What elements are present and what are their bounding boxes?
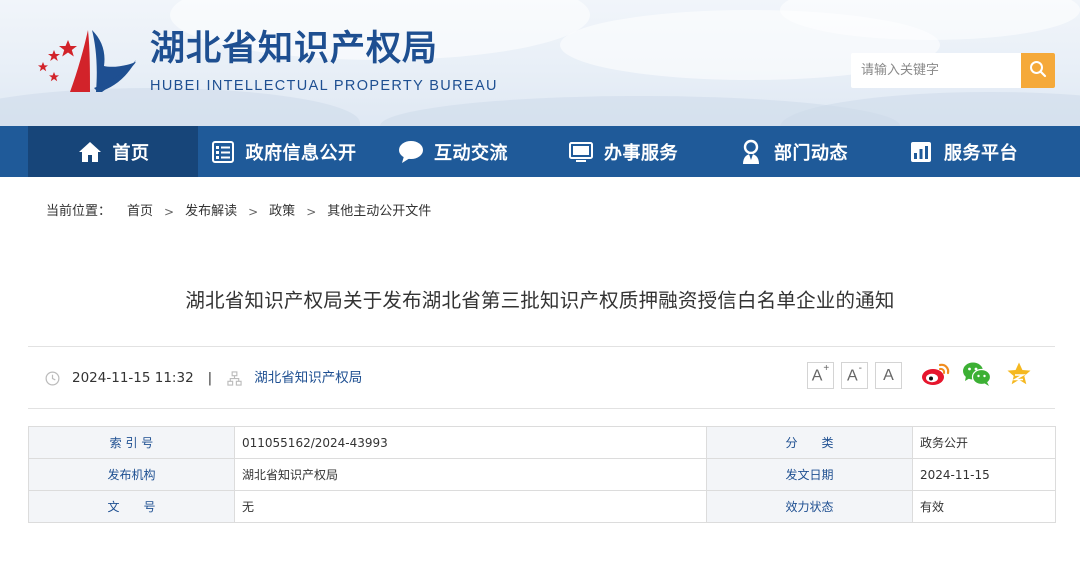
search-icon [1029, 60, 1047, 82]
breadcrumb-separator: > [306, 205, 317, 219]
breadcrumb-item-other-files[interactable]: 其他主动公开文件 [327, 202, 431, 222]
issue-date-label: 发文日期 [706, 458, 913, 491]
document-number-value: 无 [234, 490, 707, 523]
site-name-cn[interactable]: 湖北省知识产权局 [150, 26, 438, 72]
breadcrumb-label: 当前位置： [46, 204, 112, 219]
weibo-icon [921, 361, 951, 391]
favorite-button[interactable] [1004, 362, 1034, 390]
breadcrumb-separator: > [164, 205, 175, 219]
font-reset-icon: A [883, 366, 894, 384]
document-number-label: 文 号 [28, 490, 235, 523]
index-number-value: 011055162/2024-43993 [234, 426, 707, 459]
category-value: 政务公开 [912, 426, 1056, 459]
article-source[interactable]: 湖北省知识产权局 [254, 367, 362, 389]
table-row: 索 引 号 011055162/2024-43993 分 类 政务公开 [28, 426, 1056, 459]
meta-divider: | [207, 370, 213, 386]
search-box [851, 53, 1055, 88]
nav-label: 服务平台 [944, 142, 1018, 164]
wechat-icon [962, 361, 992, 391]
breadcrumb-item-home[interactable]: 首页 [127, 202, 153, 222]
site-header: 湖北省知识产权局 HUBEI INTELLECTUAL PROPERTY BUR… [0, 0, 1080, 126]
font-increase-button[interactable]: A+ [807, 362, 834, 389]
main-nav: 首页 政府信息公开 互动交流 办事服务 部门动态 服务平台 [0, 126, 1080, 177]
document-list-icon [210, 139, 236, 165]
article-title: 湖北省知识产权局关于发布湖北省第三批知识产权质押融资授信白名单企业的通知 [185, 289, 895, 312]
site-name-en: HUBEI INTELLECTUAL PROPERTY BUREAU [150, 78, 498, 94]
site-logo-icon[interactable] [32, 26, 140, 96]
person-badge-icon [738, 139, 764, 165]
index-number-label: 索 引 号 [28, 426, 235, 459]
logo-sail-red [70, 30, 90, 92]
nav-item-interaction[interactable]: 互动交流 [368, 126, 538, 177]
breadcrumb: 当前位置： 首页 > 发布解读 > 政策 > 其他主动公开文件 [46, 202, 431, 222]
background-hill [780, 92, 1080, 126]
nav-item-services[interactable]: 办事服务 [538, 126, 708, 177]
clock-icon [44, 370, 60, 386]
search-button[interactable] [1021, 53, 1055, 88]
article-meta: 2024-11-15 11:32 | 湖北省知识产权局 [44, 367, 362, 389]
share-wechat-button[interactable] [962, 362, 992, 390]
nav-label: 部门动态 [774, 142, 848, 164]
table-row: 文 号 无 效力状态 有效 [28, 490, 1056, 523]
logo-star [38, 62, 48, 72]
document-info-table: 索 引 号 011055162/2024-43993 分 类 政务公开 发布机构… [28, 426, 1056, 523]
publisher-value: 湖北省知识产权局 [234, 458, 707, 491]
nav-item-gov-info[interactable]: 政府信息公开 [198, 126, 368, 177]
font-reset-button[interactable]: A [875, 362, 902, 389]
nav-item-dept-news[interactable]: 部门动态 [708, 126, 878, 177]
validity-status-label: 效力状态 [706, 490, 913, 523]
font-decrease-button[interactable]: A- [841, 362, 868, 389]
nav-label: 首页 [112, 142, 150, 164]
issue-date-value: 2024-11-15 [912, 458, 1056, 491]
logo-star [49, 72, 59, 82]
home-icon [77, 139, 103, 165]
publisher-label: 发布机构 [28, 458, 235, 491]
font-decrease-icon: A- [846, 362, 862, 385]
publish-datetime: 2024-11-15 11:32 [72, 370, 194, 386]
nav-label: 办事服务 [604, 142, 678, 164]
validity-status-value: 有效 [912, 490, 1056, 523]
nav-label: 互动交流 [434, 142, 508, 164]
breadcrumb-item-policy[interactable]: 政策 [269, 202, 295, 222]
table-row: 发布机构 湖北省知识产权局 发文日期 2024-11-15 [28, 458, 1056, 491]
nav-item-home[interactable]: 首页 [28, 126, 198, 177]
share-weibo-button[interactable] [921, 362, 951, 390]
favorite-star-icon [1006, 361, 1032, 391]
logo-star [48, 50, 60, 61]
bar-chart-icon [908, 139, 934, 165]
search-input[interactable] [851, 53, 1021, 88]
divider [28, 408, 1055, 409]
breadcrumb-item-release[interactable]: 发布解读 [185, 202, 237, 222]
monitor-icon [568, 139, 594, 165]
font-increase-icon: A+ [811, 362, 830, 385]
chat-bubble-icon [398, 139, 424, 165]
org-tree-icon [226, 370, 242, 386]
breadcrumb-separator: > [248, 205, 259, 219]
divider [28, 346, 1055, 347]
nav-item-platform[interactable]: 服务平台 [878, 126, 1048, 177]
logo-star [59, 40, 77, 57]
category-label: 分 类 [706, 426, 913, 459]
nav-label: 政府信息公开 [245, 142, 357, 164]
